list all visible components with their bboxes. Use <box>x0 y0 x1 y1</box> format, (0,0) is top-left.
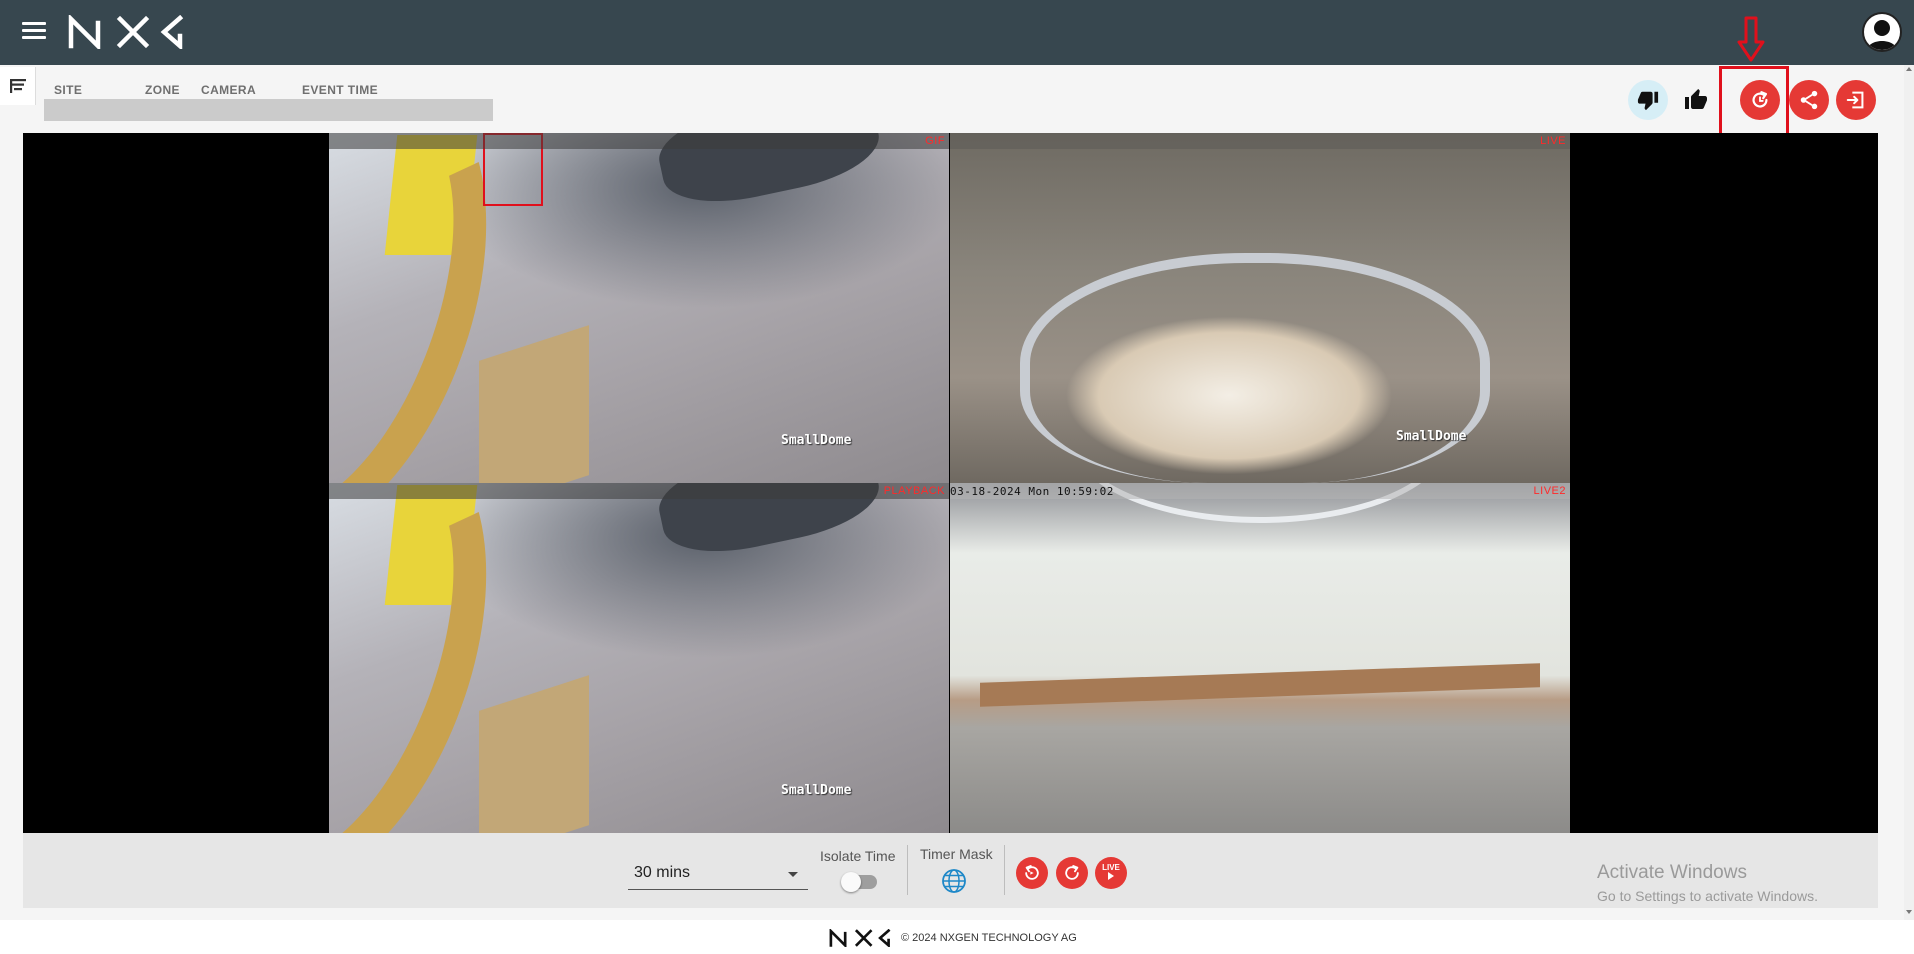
replay-button[interactable] <box>1740 80 1780 120</box>
scroll-down-arrow-icon[interactable] <box>1906 910 1912 914</box>
dropdown-caret-icon <box>788 872 798 877</box>
refresh-icon <box>1065 865 1079 880</box>
share-button[interactable] <box>1789 80 1829 120</box>
camera-frame <box>950 483 1570 833</box>
copyright-text: © 2024 NXGEN TECHNOLOGY AG <box>901 932 1077 944</box>
top-app-bar <box>0 0 1914 65</box>
scroll-up-arrow-icon[interactable] <box>1906 67 1912 71</box>
camera-overlay-label: SmallDome <box>781 433 852 448</box>
video-grid: GIF SmallDome LIVE SmallDome PLAYBACK Sm… <box>23 133 1878 833</box>
video-tile-live2[interactable]: 03-18-2024 Mon 10:59:02 LIVE2 <box>950 483 1570 833</box>
user-avatar-icon[interactable] <box>1862 12 1902 52</box>
exit-button[interactable] <box>1836 80 1876 120</box>
nxg-footer-logo <box>829 929 891 947</box>
page-scrollbar[interactable] <box>1904 65 1914 920</box>
timer-mask-label: Timer Mask <box>920 846 993 862</box>
page-footer: © 2024 NXGEN TECHNOLOGY AG <box>0 920 1914 954</box>
divider <box>1004 845 1005 895</box>
video-tile-live[interactable]: LIVE SmallDome <box>950 133 1570 483</box>
stream-tag: PLAYBACK <box>883 485 945 497</box>
watermark-subtitle: Go to Settings to activate Windows. <box>1597 888 1818 904</box>
stream-tag: LIVE <box>1540 135 1566 147</box>
nxg-logo <box>68 13 184 54</box>
camera-frame <box>329 133 949 483</box>
refresh-button[interactable] <box>1056 857 1088 889</box>
isolate-time-toggle[interactable] <box>841 872 877 892</box>
live-button[interactable]: LIVE <box>1095 857 1127 889</box>
camera-timestamp: 03-18-2024 Mon 10:59:02 <box>950 485 1114 498</box>
exit-icon <box>1846 91 1864 109</box>
hamburger-menu-icon[interactable] <box>22 22 46 42</box>
down-arrow-annotation-icon <box>1737 16 1765 62</box>
thumbs-up-icon <box>1685 89 1707 109</box>
stream-tag: LIVE2 <box>1533 485 1566 497</box>
live-button-label: LIVE <box>1102 863 1120 872</box>
globe-icon[interactable] <box>941 868 967 894</box>
rewind-button[interactable] <box>1016 857 1048 889</box>
thumbs-up-button[interactable] <box>1676 80 1716 120</box>
event-action-bar <box>0 80 1914 120</box>
video-tile-gif[interactable]: GIF SmallDome <box>329 133 949 483</box>
activate-windows-watermark: Activate Windows Go to Settings to activ… <box>1597 862 1818 904</box>
camera-frame <box>329 483 949 833</box>
watermark-title: Activate Windows <box>1597 862 1747 883</box>
camera-overlay-label: SmallDome <box>1396 429 1467 444</box>
replay-icon <box>1752 91 1768 108</box>
stream-tag: GIF <box>925 135 945 147</box>
isolate-time-label: Isolate Time <box>820 848 896 864</box>
rewind-icon <box>1025 865 1039 880</box>
video-tile-playback[interactable]: PLAYBACK SmallDome <box>329 483 949 833</box>
thumbs-down-button[interactable] <box>1628 80 1668 120</box>
camera-frame <box>950 133 1570 483</box>
play-icon <box>1108 872 1114 880</box>
camera-overlay-label: SmallDome <box>781 783 852 798</box>
duration-select[interactable]: 30 mins <box>628 860 808 890</box>
divider <box>907 845 908 895</box>
share-icon <box>1800 90 1818 110</box>
duration-value: 30 mins <box>634 864 691 881</box>
thumbs-down-icon <box>1637 91 1659 111</box>
